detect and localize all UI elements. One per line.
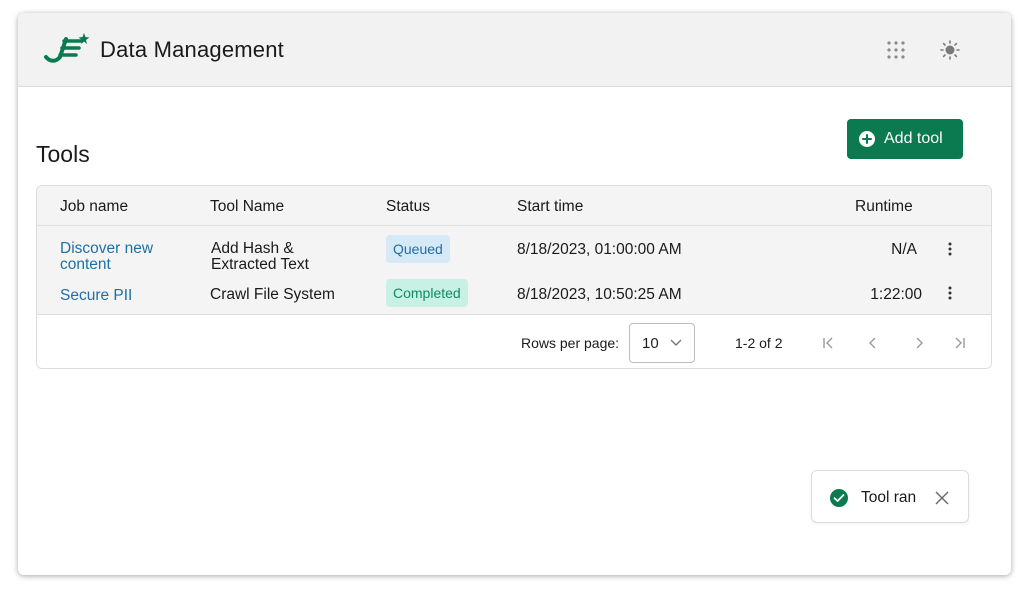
next-page-button[interactable] <box>909 333 929 353</box>
chevron-down-icon <box>670 339 682 346</box>
job-name-link[interactable]: Discover new content <box>60 241 153 273</box>
runtime: N/A <box>891 241 917 258</box>
check-circle-icon <box>830 489 848 507</box>
rows-per-page-label: Rows per page: <box>521 335 620 351</box>
start-time: 8/18/2023, 01:00:00 AM <box>517 241 682 258</box>
start-time: 8/18/2023, 10:50:25 AM <box>517 286 682 303</box>
status-badge: Completed <box>386 279 468 307</box>
column-header-status[interactable]: Status <box>386 198 430 216</box>
grid-dots-icon <box>887 41 905 59</box>
runtime: 1:22:00 <box>870 286 922 303</box>
first-page-icon <box>823 337 833 349</box>
plus-circle-icon <box>859 131 875 147</box>
page-title: Tools <box>36 141 90 167</box>
add-tool-label: Add tool <box>884 130 943 147</box>
app-title: Data Management <box>100 37 284 62</box>
last-page-button[interactable] <box>950 333 970 353</box>
brand-logo <box>44 33 90 63</box>
previous-page-button[interactable] <box>863 333 883 353</box>
app-window: Data Management Tools Add tool Job name … <box>18 13 1011 575</box>
apps-menu-button[interactable] <box>882 36 910 64</box>
column-header-tool-name[interactable]: Tool Name <box>210 198 284 216</box>
tools-table: Job name Tool Name Status Start time Run… <box>36 185 992 369</box>
rows-per-page-value: 10 <box>642 334 659 352</box>
toast-notification: Tool ran <box>811 470 969 523</box>
table-body: Discover new content Add Hash & Extracte… <box>37 226 991 315</box>
rows-per-page-select[interactable]: 10 <box>629 323 695 363</box>
row-actions-button[interactable] <box>942 283 958 303</box>
more-vertical-icon <box>948 286 952 300</box>
chevron-left-icon <box>869 337 876 349</box>
more-vertical-icon <box>948 242 952 256</box>
sun-icon <box>940 40 960 60</box>
pagination-bar: Rows per page: 10 1-2 of 2 <box>37 316 991 368</box>
toast-message: Tool ran <box>861 489 917 506</box>
close-icon <box>935 491 949 505</box>
job-name-line: content <box>60 256 111 273</box>
first-page-button[interactable] <box>818 333 838 353</box>
job-name-line: Discover new <box>60 240 154 257</box>
tool-name-line: Add Hash & <box>211 240 294 257</box>
column-header-runtime[interactable]: Runtime <box>855 198 913 216</box>
row-actions-button[interactable] <box>942 239 958 259</box>
table-header: Job name Tool Name Status Start time Run… <box>37 186 991 226</box>
status-badge: Queued <box>386 235 450 263</box>
tool-name: Crawl File System <box>210 286 335 303</box>
tool-name: Add Hash & Extracted Text <box>211 241 309 273</box>
theme-toggle-button[interactable] <box>936 36 964 64</box>
job-name-link[interactable]: Secure PII <box>60 288 132 304</box>
add-tool-button[interactable]: Add tool <box>847 119 963 159</box>
app-header: Data Management <box>18 13 1011 87</box>
column-header-start-time[interactable]: Start time <box>517 198 583 216</box>
column-header-job-name[interactable]: Job name <box>60 198 128 216</box>
toast-close-button[interactable] <box>933 489 951 507</box>
last-page-icon <box>955 337 965 349</box>
tool-name-line: Extracted Text <box>211 256 309 273</box>
page-range-text: 1-2 of 2 <box>735 335 783 351</box>
chevron-right-icon <box>916 337 923 349</box>
